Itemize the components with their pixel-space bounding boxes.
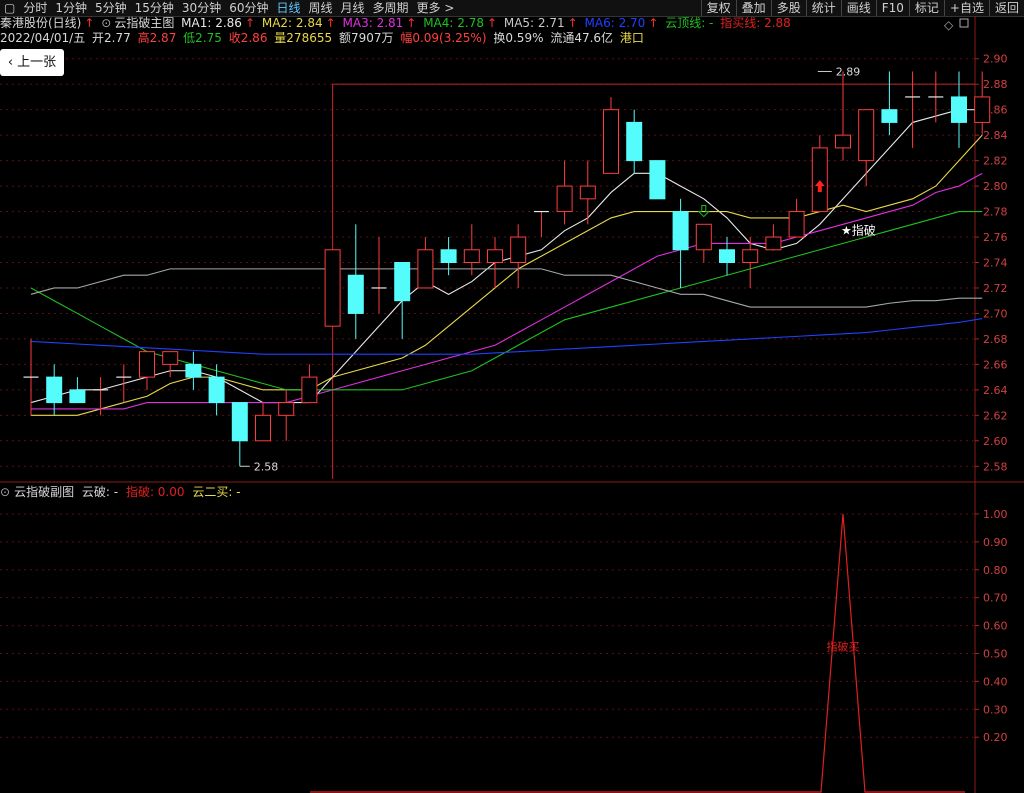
diamond-icon: ◇ [944,18,954,32]
candle-body-down [719,249,735,264]
settings-icon[interactable]: ⊙ [0,485,10,499]
candle-body-up [301,376,318,404]
candle-body-up [162,351,179,365]
y-tick-label: 2.84 [983,129,1008,142]
ma-line-ma5 [30,268,983,308]
candle-body-up [695,223,712,251]
y-tick-label: 1.00 [983,508,1008,521]
y-tick-label: 2.58 [983,460,1008,473]
zhipo-star-label: ★指破 [841,223,876,238]
y-tick-label: 0.50 [983,647,1008,660]
candle-body-up [255,414,271,442]
y-tick-label: 2.62 [983,409,1008,422]
candle-body-up [463,249,480,264]
y-tick-label: 2.66 [983,358,1008,371]
sub-indicator-name[interactable]: 云指破副图 [14,485,74,499]
candle-body-down [881,109,898,123]
candle-body-up [835,134,851,149]
y-tick-label: 2.90 [983,53,1008,66]
y-tick-label: 2.88 [983,78,1008,91]
y-tick-label: 2.70 [983,307,1008,320]
candle-body-up [811,147,828,213]
candle-body-up [417,249,434,289]
candle-body-up [742,249,759,264]
candle-body-up [139,351,155,378]
yunpo-value: 云破: - [81,485,119,499]
zhipo-buy-label: 指破买 [827,640,860,654]
candle-body-down [231,402,248,442]
y-tick-label: 2.80 [983,180,1008,193]
candle-body-up [788,211,805,238]
candle-body-up [858,109,875,162]
y-tick-label: 0.20 [983,731,1008,744]
y-tick-label: 0.70 [983,592,1008,605]
candle-body-up [765,236,782,251]
candle-body-up [603,109,619,174]
sub-indicator-legend: ⊙ 云指破副图 云破: - 指破: 0.00 云二买: - [0,485,245,500]
candle-body-up [510,236,527,264]
maximize-icon [959,18,969,28]
candle-body-down [69,389,86,404]
y-tick-label: 0.90 [983,536,1008,549]
candle-body-down [208,376,225,404]
candle-body-down [951,96,967,123]
yuner-value: 云二买: - [192,485,241,499]
candle-body-down [347,274,364,314]
y-tick-label: 2.64 [983,384,1008,397]
candle-body-up [579,185,596,200]
y-tick-label: 2.82 [983,155,1008,168]
ma-line-ma6 [30,317,983,355]
ma-line-ma3 [31,172,983,410]
y-tick-label: 0.30 [983,703,1008,716]
candle-body-down [672,211,689,251]
candle-body-up [487,249,503,264]
candle-body-down [626,121,643,162]
candle-body-down [440,249,457,264]
y-tick-label: 2.74 [983,257,1008,270]
zhipo-value: 指破: 0.00 [125,485,185,499]
y-tick-label: 2.68 [983,333,1008,346]
candle-body-up [974,96,991,123]
ma-line-ma2 [31,134,983,416]
y-tick-label: 0.80 [983,564,1008,577]
y-tick-label: 2.78 [983,206,1008,219]
candle-body-up [278,402,295,416]
prev-button-label: 上一张 [17,55,57,70]
candle-body-up [324,249,341,327]
candle-body-down [46,376,63,404]
y-tick-label: 0.40 [983,675,1008,688]
high-label: 2.89 [836,65,861,78]
candle-body-down [649,160,666,200]
y-tick-label: 2.60 [983,435,1008,448]
candle-body-down [394,262,411,302]
kline-chart[interactable]: 2.58 2.60 2.62 2.64 2.66 2.68 2.70 2.72 2.74 2.76… [0,0,1024,793]
prev-button[interactable]: ‹ 上一张 [0,49,64,76]
candle-body-up [556,185,573,213]
candle-body-down [185,363,202,378]
y-tick-label: 2.72 [983,282,1008,295]
y-tick-label: 2.76 [983,231,1008,244]
low-label: 2.58 [254,460,278,473]
chevron-left-icon: ‹ [7,55,18,70]
y-tick-label: 0.60 [983,620,1008,633]
